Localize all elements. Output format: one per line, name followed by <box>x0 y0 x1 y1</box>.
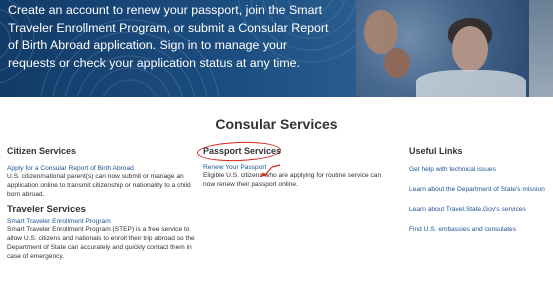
step-link[interactable]: Smart Traveler Enrollment Program <box>7 217 197 226</box>
travel-services-link[interactable]: Learn about Travel.State.Gov's services <box>409 205 549 214</box>
hero-line: requests or check your application statu… <box>8 55 301 70</box>
passport-heading-wrap: Passport Services <box>196 140 393 163</box>
hero-line: Create an account to renew your passport… <box>8 3 323 17</box>
person-image <box>364 10 398 54</box>
person-image <box>384 48 410 78</box>
technical-help-link[interactable]: Get help with technical issues <box>409 165 549 174</box>
hero-photo-edge <box>529 0 553 97</box>
section-title: Consular Services <box>215 116 338 132</box>
useful-links-heading: Useful Links <box>409 146 463 156</box>
traveler-services-heading: Traveler Services <box>7 204 86 216</box>
useful-links-column: Useful Links Get help with technical iss… <box>409 146 549 245</box>
hero-banner: Create an account to renew your passport… <box>0 0 553 97</box>
hero-line: of Birth Abroad application. Sign in to … <box>8 38 287 52</box>
hero-line: Traveler Enrollment Program, or submit a… <box>8 20 329 35</box>
citizen-services-heading: Citizen Services <box>7 146 77 156</box>
annotation-arrow-icon <box>260 164 280 177</box>
department-mission-link[interactable]: Learn about the Department of State's mi… <box>409 185 549 194</box>
citizen-services-description: U.S. citizen/national parent(s) can now … <box>7 173 191 198</box>
hero-photo <box>356 0 532 97</box>
traveler-services-description: Smart Traveler Enrollment Program (STEP)… <box>7 226 195 260</box>
person-shirt <box>416 70 526 97</box>
citizen-traveler-column: Citizen Services Apply for a Consular Re… <box>7 146 197 262</box>
crba-link[interactable]: Apply for a Consular Report of Birth Abr… <box>7 164 197 173</box>
person-image <box>452 26 488 72</box>
embassies-link[interactable]: Find U.S. embassies and consulates <box>409 225 549 234</box>
hero-text: Create an account to renew your passport… <box>8 2 329 72</box>
passport-services-heading: Passport Services <box>203 146 282 156</box>
